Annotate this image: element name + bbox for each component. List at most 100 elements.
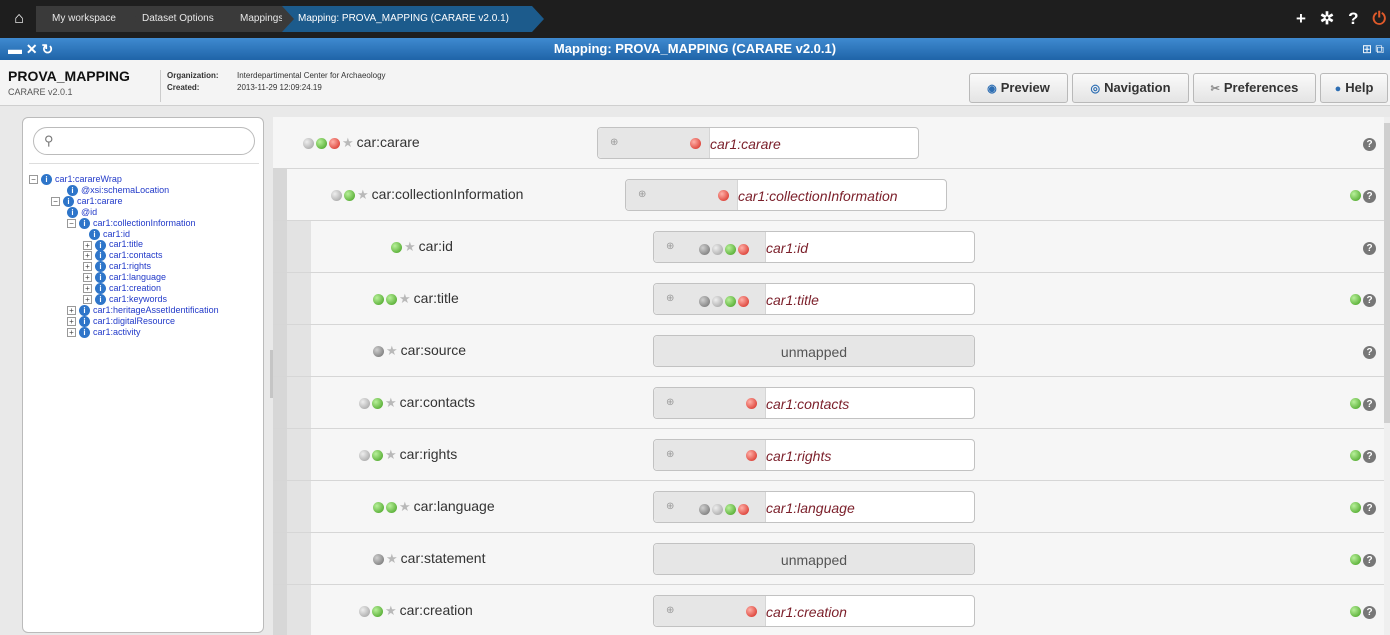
expand-icon[interactable]: + bbox=[83, 251, 92, 261]
schema-element-label[interactable]: ★ car:rights bbox=[359, 446, 457, 463]
schema-element-label[interactable]: ★ car:contacts bbox=[359, 394, 475, 411]
expand-icon[interactable]: + bbox=[83, 273, 92, 283]
tree-node-label[interactable]: car1:contacts bbox=[109, 250, 163, 260]
mapping-target-box[interactable]: unmapped bbox=[653, 335, 975, 367]
mapping-target-box[interactable]: ⊕ car1:contacts bbox=[653, 387, 975, 419]
function-icon[interactable]: ⊕ bbox=[666, 241, 674, 252]
help-icon[interactable]: ? bbox=[1363, 554, 1376, 567]
tree-node[interactable]: + i car1:rights bbox=[83, 261, 151, 273]
schema-element-label[interactable]: ★ car:statement bbox=[373, 550, 485, 567]
help-icon[interactable]: ? bbox=[1363, 138, 1376, 151]
star-icon[interactable]: ★ bbox=[385, 447, 397, 462]
option-icon[interactable] bbox=[712, 244, 723, 256]
add-icon[interactable] bbox=[725, 244, 736, 256]
breadcrumb-current-mapping[interactable]: Mapping: PROVA_MAPPING (CARARE v2.0.1) bbox=[282, 6, 544, 32]
add-icon[interactable] bbox=[725, 296, 736, 308]
collapse-icon[interactable]: − bbox=[29, 175, 38, 185]
status-icon[interactable] bbox=[303, 137, 314, 149]
navigation-button[interactable]: ◎ Navigation bbox=[1072, 73, 1189, 103]
tree-node[interactable]: i car1:id bbox=[89, 229, 130, 240]
tree-node[interactable]: i @xsi:schemaLocation bbox=[67, 185, 169, 197]
tree-node[interactable]: + i car1:activity bbox=[67, 327, 141, 338]
tree-node-label[interactable]: @id bbox=[81, 207, 97, 217]
function-icon[interactable]: ⊕ bbox=[666, 449, 674, 460]
expand-icon[interactable]: + bbox=[83, 262, 92, 272]
collapse-icon[interactable]: − bbox=[67, 218, 76, 228]
option-icon[interactable] bbox=[712, 296, 723, 308]
popout-icon[interactable]: ⧉ bbox=[1375, 42, 1384, 56]
option-icon[interactable] bbox=[712, 504, 723, 516]
help-button[interactable]: ● Help bbox=[1320, 73, 1388, 103]
status-icon[interactable] bbox=[373, 553, 384, 565]
star-icon[interactable]: ★ bbox=[386, 343, 398, 358]
help-icon[interactable]: ? bbox=[1363, 190, 1376, 203]
tree-node-label[interactable]: car1:carareWrap bbox=[55, 174, 122, 184]
tree-node-label[interactable]: car1:id bbox=[103, 229, 130, 239]
ok-icon[interactable] bbox=[391, 241, 402, 253]
tree-node-label[interactable]: car1:collectionInformation bbox=[93, 218, 196, 228]
option-icon[interactable] bbox=[699, 296, 710, 308]
tree-node-label[interactable]: car1:activity bbox=[93, 327, 141, 337]
ok-icon[interactable] bbox=[386, 293, 397, 305]
remove-icon[interactable] bbox=[718, 190, 729, 201]
schema-element-label[interactable]: ★ car:title bbox=[373, 290, 459, 307]
power-icon[interactable]: ⏻ bbox=[1373, 8, 1386, 30]
mapping-target-box[interactable]: ⊕ car1:title bbox=[653, 283, 975, 315]
remove-icon[interactable] bbox=[738, 504, 749, 516]
tree-search-input[interactable]: ⚲ bbox=[33, 127, 255, 155]
remove-icon[interactable] bbox=[746, 450, 757, 461]
schema-element-label[interactable]: ★ car:carare bbox=[303, 134, 420, 151]
collapse-icon[interactable]: − bbox=[51, 196, 60, 206]
tree-node-label[interactable]: @xsi:schemaLocation bbox=[81, 185, 169, 195]
mapping-target-box[interactable]: ⊕ car1:rights bbox=[653, 439, 975, 471]
function-icon[interactable]: ⊕ bbox=[638, 189, 646, 200]
tree-node[interactable]: + i car1:creation bbox=[83, 283, 161, 295]
schema-element-label[interactable]: ★ car:creation bbox=[359, 602, 473, 619]
status-icon[interactable] bbox=[373, 345, 384, 357]
help-icon[interactable]: ? bbox=[1363, 346, 1376, 359]
mapping-target-box[interactable]: ⊕ car1:id bbox=[653, 231, 975, 263]
maximize-icon[interactable]: ⊞ bbox=[1362, 42, 1372, 56]
scrollbar-thumb[interactable] bbox=[1384, 123, 1390, 423]
remove-icon[interactable] bbox=[738, 244, 749, 256]
add-icon[interactable] bbox=[1350, 554, 1361, 566]
plus-icon[interactable]: + bbox=[1296, 8, 1306, 30]
schema-element-label[interactable]: ★ car:language bbox=[373, 498, 495, 515]
ok-icon[interactable] bbox=[372, 605, 383, 617]
function-icon[interactable]: ⊕ bbox=[666, 293, 674, 304]
tree-node-label[interactable]: car1:title bbox=[109, 239, 143, 249]
tree-node[interactable]: − i car1:carare bbox=[51, 196, 123, 207]
remove-icon[interactable] bbox=[746, 606, 757, 617]
help-icon[interactable]: ? bbox=[1363, 242, 1376, 255]
mapping-target-box[interactable]: unmapped bbox=[653, 543, 975, 575]
gear-icon[interactable]: ✲ bbox=[1320, 8, 1334, 30]
function-icon[interactable]: ⊕ bbox=[666, 501, 674, 512]
tree-node-label[interactable]: car1:creation bbox=[109, 283, 161, 293]
remove-icon[interactable] bbox=[329, 137, 340, 149]
add-icon[interactable] bbox=[725, 504, 736, 516]
tree-node-label[interactable]: car1:digitalResource bbox=[93, 316, 175, 326]
schema-element-label[interactable]: ★ car:collectionInformation bbox=[331, 186, 523, 203]
star-icon[interactable]: ★ bbox=[342, 135, 354, 150]
help-icon[interactable]: ? bbox=[1348, 8, 1358, 30]
status-icon[interactable] bbox=[359, 605, 370, 617]
tree-node[interactable]: + i car1:heritageAssetIdentification bbox=[67, 305, 219, 316]
mapping-target-box[interactable]: ⊕ car1:carare bbox=[597, 127, 919, 159]
expand-icon[interactable]: + bbox=[83, 295, 92, 305]
function-icon[interactable]: ⊕ bbox=[610, 137, 618, 148]
tree-node-label[interactable]: car1:carare bbox=[77, 196, 123, 206]
tree-node-label[interactable]: car1:keywords bbox=[109, 294, 167, 304]
tree-node[interactable]: + i car1:title bbox=[83, 239, 143, 251]
home-icon[interactable]: ⌂ bbox=[6, 8, 32, 30]
expand-icon[interactable]: + bbox=[67, 305, 76, 315]
add-icon[interactable] bbox=[1350, 502, 1361, 514]
schema-element-label[interactable]: ★ car:source bbox=[373, 342, 466, 359]
help-icon[interactable]: ? bbox=[1363, 450, 1376, 463]
remove-icon[interactable] bbox=[738, 296, 749, 308]
status-icon[interactable] bbox=[359, 397, 370, 409]
function-icon[interactable]: ⊕ bbox=[666, 605, 674, 616]
star-icon[interactable]: ★ bbox=[404, 239, 416, 254]
tree-node[interactable]: + i car1:digitalResource bbox=[67, 316, 175, 327]
tree-node[interactable]: + i car1:contacts bbox=[83, 250, 163, 262]
status-icon[interactable] bbox=[359, 449, 370, 461]
